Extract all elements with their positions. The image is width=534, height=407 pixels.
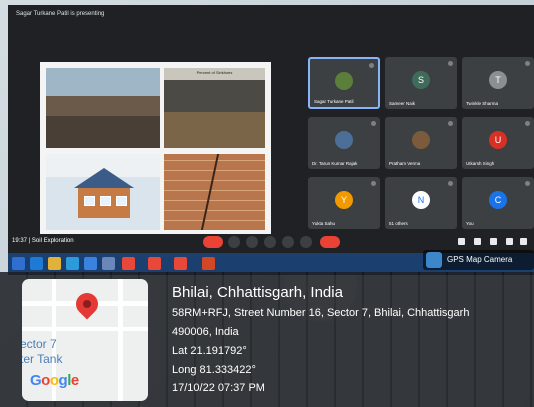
google-letter: e xyxy=(70,372,79,389)
participant-name: Utkarsh Singh xyxy=(466,161,495,166)
location-title: Bhilai, Chhattisgarh, India xyxy=(172,284,343,301)
map-road xyxy=(118,279,123,401)
shared-slide: Percent of Sinkhoes xyxy=(40,62,271,234)
mic-icon xyxy=(371,181,376,186)
people-icon[interactable] xyxy=(474,238,481,245)
participant-tile[interactable]: Sagar Turkane Patil xyxy=(308,57,380,109)
gps-app-label: GPS Map Camera xyxy=(447,255,513,264)
map-thumbnail: ector 7 ter Tank Google xyxy=(22,279,148,401)
house-roof xyxy=(74,168,134,188)
longitude-text: Long 81.333422° xyxy=(172,364,256,376)
info-icon[interactable] xyxy=(458,238,465,245)
chrome-icon[interactable] xyxy=(174,257,187,270)
avatar: N xyxy=(412,191,430,210)
participant-tile[interactable]: S Sameer Naik xyxy=(385,57,457,109)
participant-name: You xyxy=(466,221,474,226)
mic-icon xyxy=(525,181,530,186)
map-tank-label: ter Tank xyxy=(22,352,63,366)
map-sector-label: ector 7 xyxy=(22,337,57,351)
participant-tile[interactable]: U Utkarsh Singh xyxy=(462,117,534,169)
google-letter: o xyxy=(49,372,59,389)
chrome-icon[interactable] xyxy=(148,257,161,270)
lock-icon[interactable] xyxy=(520,238,527,245)
store-icon[interactable] xyxy=(66,257,79,270)
slide-photo-damaged-buildings xyxy=(46,68,160,148)
meeting-time-title: 19:37 | Soil Exploration xyxy=(12,238,74,244)
participant-tile[interactable]: Pratham Verma xyxy=(385,117,457,169)
map-road xyxy=(22,327,148,331)
avatar: Y xyxy=(335,191,353,210)
address-line: 490006, India xyxy=(172,326,239,338)
participant-tile[interactable]: N 51 others xyxy=(385,177,457,229)
chrome-icon[interactable] xyxy=(122,257,135,270)
start-icon[interactable] xyxy=(12,257,25,270)
latitude-text: Lat 21.191792° xyxy=(172,345,247,357)
gps-app-badge: GPS Map Camera xyxy=(423,250,534,270)
side-panel-icons xyxy=(458,238,528,248)
avatar: C xyxy=(489,191,507,210)
mic-icon xyxy=(525,61,530,66)
participant-tile[interactable]: Y Yukta Sahu xyxy=(308,177,380,229)
participant-grid: Sagar Turkane Patil S Sameer Naik T Twin… xyxy=(308,57,534,237)
house-window xyxy=(116,196,127,206)
mic-icon xyxy=(448,181,453,186)
avatar: T xyxy=(489,71,507,90)
avatar xyxy=(335,71,353,90)
mic-icon xyxy=(525,121,530,126)
house-window xyxy=(84,196,95,206)
mic-off-button[interactable] xyxy=(203,236,223,248)
captions-button[interactable] xyxy=(246,236,258,248)
activities-icon[interactable] xyxy=(506,238,513,245)
present-button[interactable] xyxy=(282,236,294,248)
powerpoint-icon[interactable] xyxy=(202,257,215,270)
google-letter: G xyxy=(30,372,42,389)
raise-hand-button[interactable] xyxy=(264,236,276,248)
participant-name: Twinkle Sharma xyxy=(466,101,499,106)
address-line: 58RM+RFJ, Street Number 16, Sector 7, Bh… xyxy=(172,307,470,319)
slide-photo-sinkhole: Percent of Sinkhoes xyxy=(164,68,265,148)
participant-tile[interactable]: T Twinkle Sharma xyxy=(462,57,534,109)
participant-name: Sagar Turkane Patil xyxy=(314,99,354,104)
gps-camera-icon xyxy=(426,252,442,268)
google-letter: o xyxy=(41,372,50,389)
avatar: S xyxy=(412,71,430,90)
monitor-screen: Sagar Turkane Patil is presenting Percen… xyxy=(8,5,534,275)
participant-name: Yukta Sahu xyxy=(312,221,336,226)
mic-icon xyxy=(448,121,453,126)
slide-photo-cracked-wall xyxy=(164,154,265,230)
more-options-button[interactable] xyxy=(300,236,312,248)
wall-crack xyxy=(200,154,220,230)
google-logo: Google xyxy=(30,372,79,389)
leave-call-button[interactable] xyxy=(320,236,340,248)
photo-stage: Sagar Turkane Patil is presenting Percen… xyxy=(0,0,534,407)
avatar: U xyxy=(489,131,507,150)
camera-button[interactable] xyxy=(228,236,240,248)
map-pin-dot xyxy=(81,298,93,310)
participant-name: Pratham Verma xyxy=(389,161,421,166)
slide-photo-title: Percent of Sinkhoes xyxy=(196,70,233,75)
google-letter: g xyxy=(58,372,68,389)
mic-icon xyxy=(448,61,453,66)
participant-name: 51 others xyxy=(389,221,408,226)
avatar xyxy=(412,131,430,150)
chat-icon[interactable] xyxy=(490,238,497,245)
folder-icon[interactable] xyxy=(48,257,61,270)
mic-icon xyxy=(369,63,374,68)
house-window xyxy=(100,196,111,206)
participant-name: Dr. Tarun Kumar Rajak xyxy=(312,161,358,166)
mail-icon[interactable] xyxy=(84,257,97,270)
participant-tile[interactable]: C You xyxy=(462,177,534,229)
house-body xyxy=(78,188,130,218)
participant-tile[interactable]: Dr. Tarun Kumar Rajak xyxy=(308,117,380,169)
datetime-text: 17/10/22 07:37 PM xyxy=(172,382,265,394)
presenting-banner: Sagar Turkane Patil is presenting xyxy=(16,11,105,17)
app-icon[interactable] xyxy=(102,257,115,270)
avatar xyxy=(335,131,353,150)
edge-icon[interactable] xyxy=(30,257,43,270)
mic-icon xyxy=(371,121,376,126)
slide-photo-house xyxy=(46,154,160,230)
map-pin-icon xyxy=(71,288,103,320)
participant-name: Sameer Naik xyxy=(389,101,416,106)
